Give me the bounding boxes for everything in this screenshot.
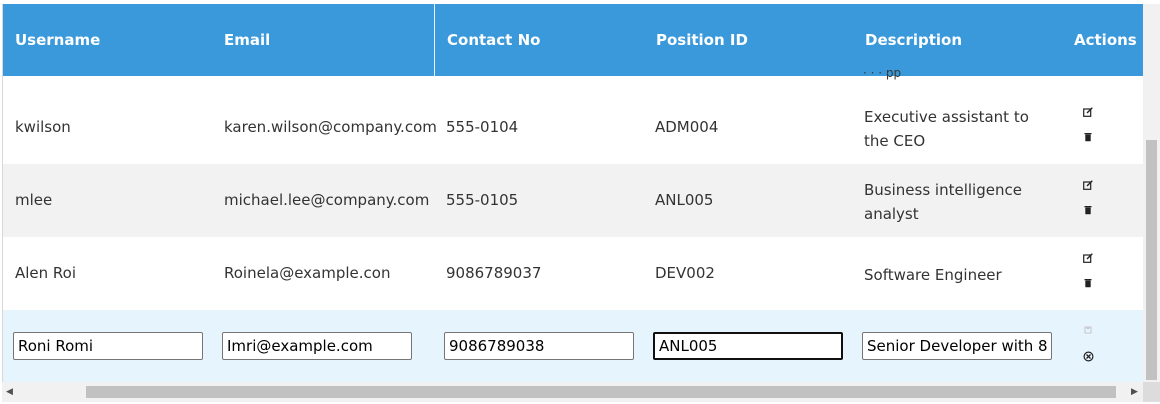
- table-row[interactable]: Alen Roi Roinela@example.con 9086789037 …: [3, 237, 1144, 311]
- cell-username: mlee: [15, 191, 53, 209]
- cell-description: Executive assistant to the CEO: [864, 108, 1029, 150]
- table-row[interactable]: mlee michael.lee@company.com 555-0105 AN…: [3, 164, 1144, 238]
- cell-email: Roinela@example.con: [224, 264, 391, 282]
- save-icon[interactable]: [1082, 324, 1094, 336]
- column-divider[interactable]: [434, 4, 435, 76]
- vertical-scroll-thumb[interactable]: [1146, 140, 1157, 380]
- cancel-icon[interactable]: [1082, 350, 1094, 362]
- cell-contact: 555-0105: [446, 191, 519, 209]
- horizontal-scroll-thumb[interactable]: [86, 386, 1116, 398]
- cell-description: Software Engineer: [864, 266, 1002, 284]
- trash-icon[interactable]: [1082, 277, 1094, 289]
- header-username[interactable]: Username: [15, 4, 100, 76]
- cell-position: ADM004: [655, 118, 719, 136]
- header-email[interactable]: Email: [224, 4, 270, 76]
- scrollbar-corner: [1143, 382, 1160, 402]
- contact-input[interactable]: [444, 332, 634, 360]
- cell-position: ANL005: [655, 191, 714, 209]
- edit-icon[interactable]: [1082, 252, 1094, 264]
- peek-text: · · · pp: [863, 66, 902, 80]
- cell-username: Alen Roi: [15, 264, 77, 282]
- cell-description: Business intelligence analyst: [864, 181, 1022, 223]
- cell-position: DEV002: [655, 264, 715, 282]
- cell-contact: 9086789037: [446, 264, 542, 282]
- header-contact[interactable]: Contact No: [447, 4, 540, 76]
- edit-icon[interactable]: [1082, 179, 1094, 191]
- horizontal-scrollbar[interactable]: ◀ ▶: [2, 382, 1143, 402]
- vertical-scrollbar[interactable]: [1143, 4, 1160, 382]
- edit-icon[interactable]: [1082, 106, 1094, 118]
- table-row[interactable]: kwilson karen.wilson@company.com 555-010…: [3, 91, 1144, 165]
- scroll-right-arrow-icon[interactable]: ▶: [1131, 387, 1138, 397]
- trash-icon[interactable]: [1082, 131, 1094, 143]
- cell-username: kwilson: [15, 118, 71, 136]
- table-header: Username Email Contact No Position ID De…: [3, 4, 1144, 76]
- edit-row[interactable]: [3, 310, 1144, 382]
- header-position[interactable]: Position ID: [656, 4, 748, 76]
- users-table: Username Email Contact No Position ID De…: [2, 4, 1144, 382]
- cell-email: michael.lee@company.com: [224, 191, 430, 209]
- position-input[interactable]: [653, 332, 843, 360]
- cell-email: karen.wilson@company.com: [224, 118, 437, 136]
- table-row-partial: · · · pp: [3, 66, 1144, 92]
- users-table-panel: Username Email Contact No Position ID De…: [0, 0, 1160, 404]
- description-input[interactable]: [862, 332, 1052, 360]
- email-input[interactable]: [222, 332, 412, 360]
- username-input[interactable]: [13, 332, 203, 360]
- header-actions: Actions: [1074, 31, 1137, 49]
- scroll-left-arrow-icon[interactable]: ◀: [6, 387, 13, 397]
- cell-contact: 555-0104: [446, 118, 519, 136]
- trash-icon[interactable]: [1082, 204, 1094, 216]
